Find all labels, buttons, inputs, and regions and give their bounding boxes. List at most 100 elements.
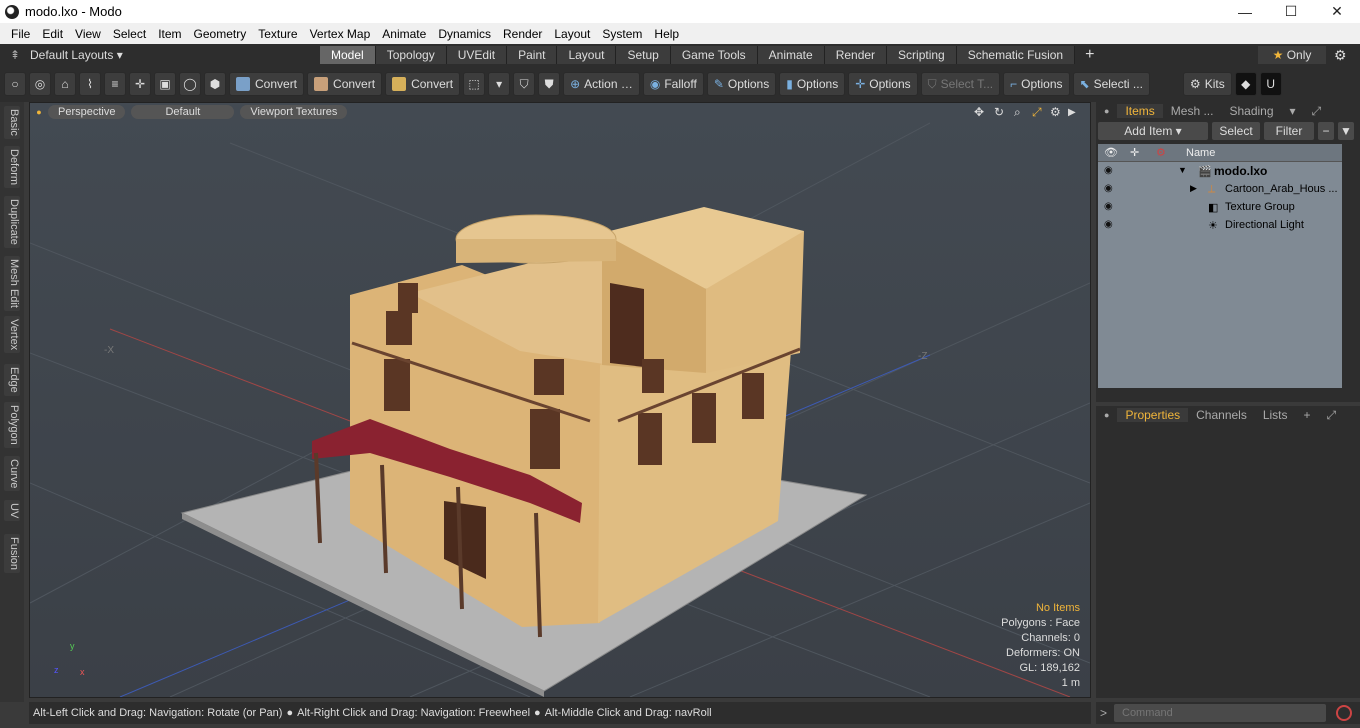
convert-button-3[interactable]: Convert xyxy=(385,72,461,96)
select-through-button[interactable]: ⛉ Select T... xyxy=(920,72,1001,96)
command-input[interactable] xyxy=(1114,704,1326,722)
panel-dropdown-icon[interactable]: ▾ xyxy=(1282,104,1304,118)
tab-layout[interactable]: Layout xyxy=(557,46,617,64)
falloff-button[interactable]: ◉ Falloff xyxy=(642,72,704,96)
menu-animate[interactable]: Animate xyxy=(376,27,432,41)
box-tool-icon[interactable]: ⬚ xyxy=(463,72,486,96)
options-button-1[interactable]: ✎ Options xyxy=(706,72,777,96)
funnel-icon[interactable]: ▼ xyxy=(1338,122,1354,140)
select-button[interactable]: Select xyxy=(1212,122,1260,140)
gear-icon[interactable]: ⚙ xyxy=(1334,47,1347,64)
visibility-eye-icon[interactable]: ◉ xyxy=(1104,219,1116,231)
add-tab-button[interactable]: + xyxy=(1075,46,1104,64)
options-button-2[interactable]: ▮ Options xyxy=(779,72,846,96)
tab-basic[interactable]: Basic xyxy=(4,106,20,139)
curve-icon[interactable]: ⌇ xyxy=(79,72,101,96)
panel-expand-icon[interactable]: ⤢ xyxy=(1304,104,1330,119)
panel-dot-icon[interactable]: ● xyxy=(1096,106,1117,116)
only-button[interactable]: ★ Only xyxy=(1258,46,1326,64)
menu-texture[interactable]: Texture xyxy=(252,27,303,41)
item-row[interactable]: ◉ ▶ ⟂ Cartoon_Arab_Hous ... xyxy=(1098,180,1342,198)
3d-viewport[interactable]: ● Perspective Default Viewport Textures … xyxy=(29,102,1091,698)
item-row[interactable]: ◉ ◧ Texture Group xyxy=(1098,198,1342,216)
options-button-3[interactable]: ✛ Options xyxy=(848,72,918,96)
options-button-4[interactable]: ⌐ Options xyxy=(1003,72,1070,96)
tab-render[interactable]: Render xyxy=(824,46,888,64)
tab-shading[interactable]: Shading xyxy=(1221,104,1281,118)
menu-layout[interactable]: Layout xyxy=(548,27,596,41)
add-panel-tab-icon[interactable]: + xyxy=(1296,408,1319,422)
tab-game-tools[interactable]: Game Tools xyxy=(670,46,758,64)
kits-button[interactable]: ⚙ Kits xyxy=(1182,72,1232,96)
unreal-icon[interactable]: U xyxy=(1259,72,1282,96)
tab-properties[interactable]: Properties xyxy=(1117,408,1189,422)
maximize-button[interactable]: ☐ xyxy=(1268,0,1314,23)
tab-setup[interactable]: Setup xyxy=(616,46,671,64)
tab-vertex[interactable]: Vertex xyxy=(4,316,20,354)
tab-items[interactable]: Items xyxy=(1117,104,1163,118)
tab-duplicate[interactable]: Duplicate xyxy=(4,196,20,248)
tab-model[interactable]: Model xyxy=(320,46,376,64)
tab-paint[interactable]: Paint xyxy=(507,46,558,64)
tab-fusion[interactable]: Fusion xyxy=(4,534,20,574)
menu-geometry[interactable]: Geometry xyxy=(188,27,253,41)
tab-uvedit[interactable]: UVEdit xyxy=(446,46,508,64)
menu-dynamics[interactable]: Dynamics xyxy=(432,27,497,41)
item-row[interactable]: ◉ ☀ Directional Light xyxy=(1098,216,1342,234)
menu-edit[interactable]: Edit xyxy=(36,27,69,41)
collapse-icon[interactable]: ⇞ xyxy=(0,48,30,62)
expand-arrow-icon[interactable]: ▶ xyxy=(1190,183,1197,194)
center-icon[interactable]: ✛ xyxy=(129,72,151,96)
tab-edge[interactable]: Edge xyxy=(4,364,20,396)
action-center-button[interactable]: ⊕ Action … xyxy=(563,72,640,96)
visibility-eye-icon[interactable]: ◉ xyxy=(1104,165,1116,177)
name-column-header[interactable]: Name xyxy=(1186,147,1215,159)
tab-animate[interactable]: Animate xyxy=(757,46,825,64)
selection-button[interactable]: ⬉ Selecti ... xyxy=(1072,72,1150,96)
tab-uv[interactable]: UV xyxy=(4,500,20,522)
menu-item[interactable]: Item xyxy=(152,27,187,41)
menu-render[interactable]: Render xyxy=(497,27,548,41)
panel-dot-icon[interactable]: ● xyxy=(1096,410,1117,420)
tab-polygon[interactable]: Polygon xyxy=(4,402,20,448)
shield-alt-icon[interactable]: ⛊ xyxy=(538,72,561,96)
globe-icon[interactable]: ◎ xyxy=(29,72,51,96)
record-icon[interactable] xyxy=(1336,705,1352,721)
collapse-icon[interactable]: − xyxy=(1318,122,1334,140)
minimize-button[interactable]: — xyxy=(1222,0,1268,23)
cube-icon[interactable]: ⬢ xyxy=(204,72,226,96)
tab-schematic-fusion[interactable]: Schematic Fusion xyxy=(956,46,1076,64)
align-icon[interactable]: ≡ xyxy=(104,72,126,96)
item-row[interactable]: ◉ ▼ 🎬 modo.lxo xyxy=(1098,162,1342,180)
expand-arrow-icon[interactable]: ▼ xyxy=(1178,165,1187,175)
tab-mesh-edit[interactable]: Mesh Edit xyxy=(4,256,20,311)
menu-system[interactable]: System xyxy=(596,27,648,41)
circle-icon[interactable]: ◯ xyxy=(179,72,201,96)
tab-lists[interactable]: Lists xyxy=(1255,408,1296,422)
dropdown-icon[interactable]: ▾ xyxy=(488,72,511,96)
tab-mesh[interactable]: Mesh ... xyxy=(1163,104,1222,118)
visibility-eye-icon[interactable]: ◉ xyxy=(1104,183,1116,195)
unity-icon[interactable]: ◆ xyxy=(1234,72,1257,96)
shield-icon[interactable]: ⛉ xyxy=(513,72,536,96)
tab-curve[interactable]: Curve xyxy=(4,456,20,492)
menu-select[interactable]: Select xyxy=(107,27,152,41)
menu-file[interactable]: File xyxy=(5,27,36,41)
tab-topology[interactable]: Topology xyxy=(375,46,447,64)
menu-help[interactable]: Help xyxy=(648,27,685,41)
filter-button[interactable]: Filter xyxy=(1264,122,1314,140)
default-layouts-dropdown[interactable]: Default Layouts ▾ xyxy=(30,48,320,62)
convert-button-2[interactable]: Convert xyxy=(307,72,383,96)
tab-deform[interactable]: Deform xyxy=(4,146,20,189)
menu-view[interactable]: View xyxy=(69,27,107,41)
close-button[interactable]: ✕ xyxy=(1314,0,1360,23)
panel-expand-icon[interactable]: ⤢ xyxy=(1319,408,1345,423)
frame-icon[interactable]: ▣ xyxy=(154,72,176,96)
convert-button-1[interactable]: Convert xyxy=(229,72,305,96)
vertex-mode-icon[interactable]: ○ xyxy=(4,72,26,96)
pin-icon[interactable]: ⌂ xyxy=(54,72,76,96)
tab-scripting[interactable]: Scripting xyxy=(887,46,957,64)
menu-vertex-map[interactable]: Vertex Map xyxy=(304,27,377,41)
tab-channels[interactable]: Channels xyxy=(1188,408,1255,422)
visibility-eye-icon[interactable]: ◉ xyxy=(1104,201,1116,213)
